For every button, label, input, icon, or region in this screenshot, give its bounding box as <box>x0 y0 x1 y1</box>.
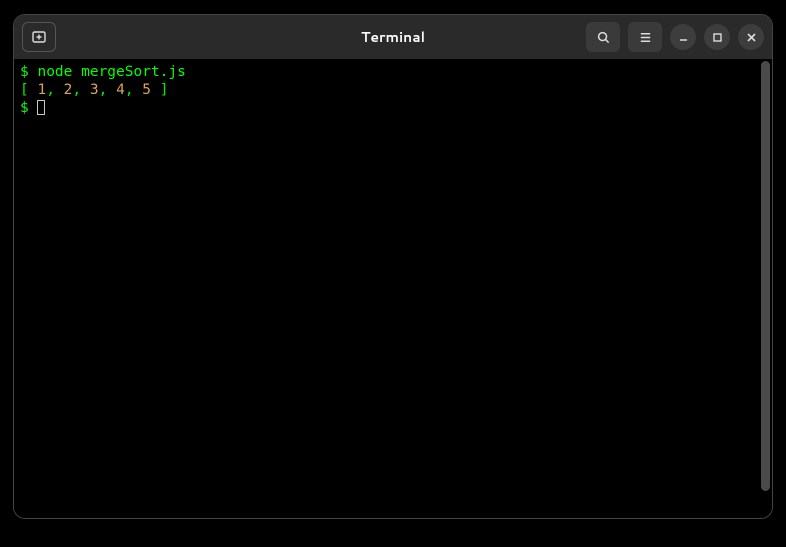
close-icon <box>746 32 757 43</box>
output-value: 4 <box>116 82 125 98</box>
separator: , <box>99 82 108 98</box>
search-icon <box>596 30 611 45</box>
bracket-close: ] <box>151 82 168 98</box>
new-tab-button[interactable] <box>22 22 56 52</box>
terminal-line-3: $ <box>20 99 766 117</box>
separator: , <box>46 82 55 98</box>
output-value: 5 <box>142 82 151 98</box>
new-tab-icon <box>31 29 47 45</box>
minimize-icon <box>678 32 689 43</box>
close-button[interactable] <box>738 24 764 50</box>
scrollbar[interactable] <box>761 61 770 491</box>
separator: , <box>125 82 134 98</box>
prompt-symbol: $ <box>20 64 29 80</box>
command-text: node mergeSort.js <box>37 64 185 80</box>
menu-button[interactable] <box>628 22 662 52</box>
bracket-open: [ <box>20 82 37 98</box>
titlebar: Terminal <box>14 15 772 59</box>
window-title: Terminal <box>361 27 425 47</box>
terminal-line-1: $ node mergeSort.js <box>20 63 766 81</box>
prompt-symbol: $ <box>20 100 29 116</box>
search-button[interactable] <box>586 22 620 52</box>
hamburger-icon <box>638 30 653 45</box>
output-value: 1 <box>37 82 46 98</box>
separator: , <box>72 82 81 98</box>
cursor <box>37 100 45 115</box>
minimize-button[interactable] <box>670 24 696 50</box>
maximize-button[interactable] <box>704 24 730 50</box>
terminal-body[interactable]: $ node mergeSort.js [ 1, 2, 3, 4, 5 ] $ <box>14 59 772 518</box>
maximize-icon <box>712 32 723 43</box>
terminal-window: Terminal <box>13 14 773 519</box>
terminal-line-2: [ 1, 2, 3, 4, 5 ] <box>20 81 766 99</box>
right-controls <box>586 22 764 52</box>
output-value: 3 <box>90 82 99 98</box>
